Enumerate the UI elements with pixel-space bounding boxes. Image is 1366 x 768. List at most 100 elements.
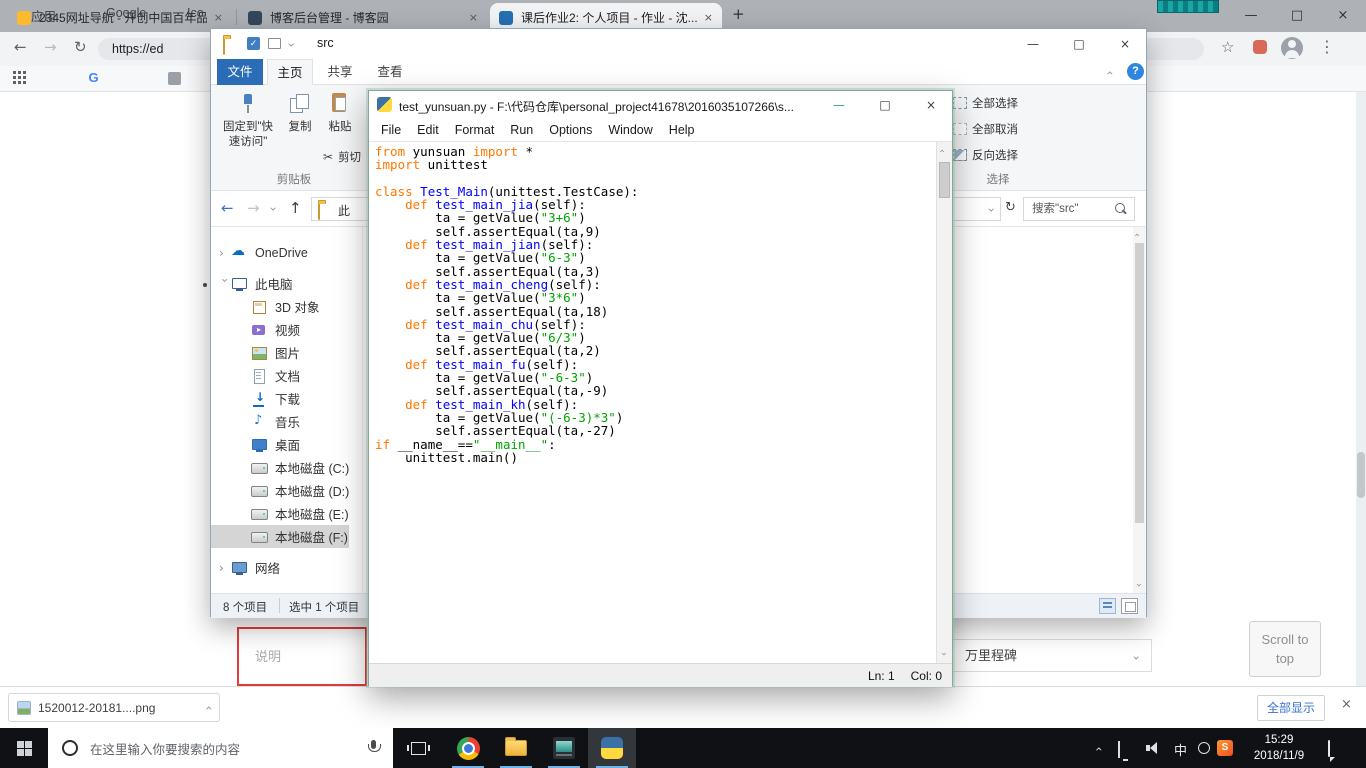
milestone-select[interactable]: 万里程碑 [952,639,1152,672]
close-shelf-icon[interactable]: × [1341,698,1352,711]
taskbar-photos-button[interactable] [540,728,588,768]
sidebar-scrollbar-thumb[interactable] [1135,243,1144,523]
icons-view-button[interactable] [1121,598,1138,614]
quick-access-new-folder-icon[interactable] [268,38,281,49]
expand-chevron-icon[interactable] [219,562,231,574]
action-center-icon[interactable] [1328,740,1330,757]
select-all-button[interactable]: 全部选择 [953,95,1018,111]
task-view-button[interactable] [396,728,440,768]
explorer-titlebar[interactable]: ✓ src — □ × [211,29,1146,59]
browser-menu-icon[interactable]: ⋮ [1319,37,1335,56]
apps-grid-icon[interactable] [13,71,26,84]
expand-chevron-icon[interactable] [219,278,231,290]
sidebar-item[interactable]: 下载 [211,387,349,410]
sidebar-item[interactable]: 3D 对象 [211,295,349,318]
reload-icon[interactable]: ↻ [74,38,87,56]
idle-maximize-button[interactable]: □ [862,91,908,119]
explorer-search-box[interactable]: 搜索"src" [1023,197,1135,221]
search-icon[interactable] [1115,203,1128,216]
ribbon-tab-share[interactable]: 共享 [317,59,363,85]
menu-window[interactable]: Window [600,121,660,139]
back-icon[interactable]: ← [14,38,27,56]
ime-tray-icon[interactable] [1198,742,1210,754]
sidebar-item[interactable]: 网络 [211,556,349,579]
sogou-tray-icon[interactable]: S [1217,740,1233,756]
explorer-minimize-button[interactable]: — [1010,29,1056,59]
taskbar-explorer-button[interactable] [492,728,540,768]
tab-close-icon[interactable]: × [704,12,713,23]
pin-to-quick-access-button[interactable]: 固定到"快 速访问" [219,89,277,165]
nav-forward-icon[interactable]: → [247,199,260,217]
taskbar-chrome-button[interactable] [444,728,492,768]
menu-help[interactable]: Help [661,121,703,139]
ribbon-tab-file[interactable]: 文件 [217,59,263,85]
sidebar-item[interactable]: 本地磁盘 (C:) [211,456,349,479]
details-view-button[interactable] [1099,598,1116,614]
sidebar-item[interactable]: 此电脑 [211,272,349,295]
scroll-up-icon[interactable] [938,149,948,153]
explorer-maximize-button[interactable]: □ [1056,29,1102,59]
scroll-to-top-button[interactable]: Scroll to top [1249,621,1321,677]
sidebar-item[interactable]: OneDrive [211,241,349,264]
idle-minimize-button[interactable]: — [816,91,862,119]
menu-edit[interactable]: Edit [409,121,447,139]
microphone-icon[interactable] [367,740,381,756]
sidebar-item[interactable]: 音乐 [211,410,349,433]
hidden-icons-chevron[interactable] [1092,747,1104,752]
tab-close-icon[interactable]: × [214,12,223,23]
taskbar-clock[interactable]: 15:29 2018/11/9 [1244,732,1314,764]
taskbar-idle-button[interactable] [588,728,636,768]
copy-button[interactable]: 复制 [281,89,319,165]
collapse-ribbon-icon[interactable] [1103,71,1115,76]
editor-scrollbar[interactable] [936,142,952,663]
sidebar-item[interactable]: 图片 [211,341,349,364]
extension-icon[interactable] [1253,40,1267,54]
menu-options[interactable]: Options [541,121,600,139]
invert-selection-button[interactable]: 反向选择 [953,147,1018,163]
forward-icon[interactable]: → [44,38,57,56]
new-tab-button[interactable]: + [732,7,745,22]
sidebar-scrollbar[interactable] [1133,227,1146,593]
chrome-maximize-button[interactable]: □ [1274,0,1320,30]
scroll-up-icon[interactable] [1133,233,1143,237]
sidebar-item[interactable]: 视频 [211,318,349,341]
bookmark-star-icon[interactable]: ☆ [1221,38,1234,56]
code-editor[interactable]: from yunsuan import * import unittest cla… [369,142,952,663]
help-button[interactable]: ? [1127,63,1144,80]
menu-run[interactable]: Run [502,121,541,139]
sidebar-item[interactable]: 本地磁盘 (F:) [211,525,349,548]
idle-titlebar[interactable]: test_yunsuan.py - F:\代码仓库\personal_proje… [369,91,952,119]
start-button[interactable] [0,728,48,768]
profile-avatar[interactable] [1281,37,1303,59]
tab-close-icon[interactable]: × [469,12,478,23]
chevron-up-icon[interactable] [203,705,215,710]
download-item[interactable]: 1520012-20181....png [8,693,220,722]
sidebar-item[interactable]: 文档 [211,364,349,387]
chrome-close-button[interactable]: × [1320,0,1366,30]
nav-recent-icon[interactable] [267,207,279,212]
sidebar-item[interactable]: 桌面 [211,433,349,456]
menu-file[interactable]: File [373,121,409,139]
sidebar-item[interactable]: 本地磁盘 (E:) [211,502,349,525]
note-field[interactable]: 说明 [237,627,367,686]
bookmark-google[interactable]: Google [106,6,146,20]
page-scrollbar[interactable] [1356,92,1366,686]
menu-format[interactable]: Format [447,121,503,139]
refresh-icon[interactable]: ↻ [1005,200,1016,215]
nav-back-icon[interactable]: ← [221,199,234,217]
sidebar-item[interactable]: 本地磁盘 (D:) [211,479,349,502]
page-scrollbar-thumb[interactable] [1357,452,1365,498]
expand-chevron-icon[interactable] [219,247,231,259]
cut-button[interactable]: ✂ 剪切 [323,149,361,165]
taskbar-search-box[interactable]: 在这里输入你要搜索的内容 [48,728,393,768]
ribbon-tab-view[interactable]: 查看 [367,59,413,85]
editor-scrollbar-thumb[interactable] [939,162,950,198]
display-tray-icon[interactable] [1118,741,1120,758]
idle-close-button[interactable]: × [908,91,954,119]
explorer-close-button[interactable]: × [1102,29,1148,59]
show-all-downloads-button[interactable]: 全部显示 [1257,695,1325,721]
bookmark-apps[interactable]: 应用 [31,6,56,25]
chrome-minimize-button[interactable]: — [1228,0,1274,30]
language-indicator[interactable]: 中 [1174,740,1187,759]
bookmark-ico[interactable]: Ico [187,6,204,20]
